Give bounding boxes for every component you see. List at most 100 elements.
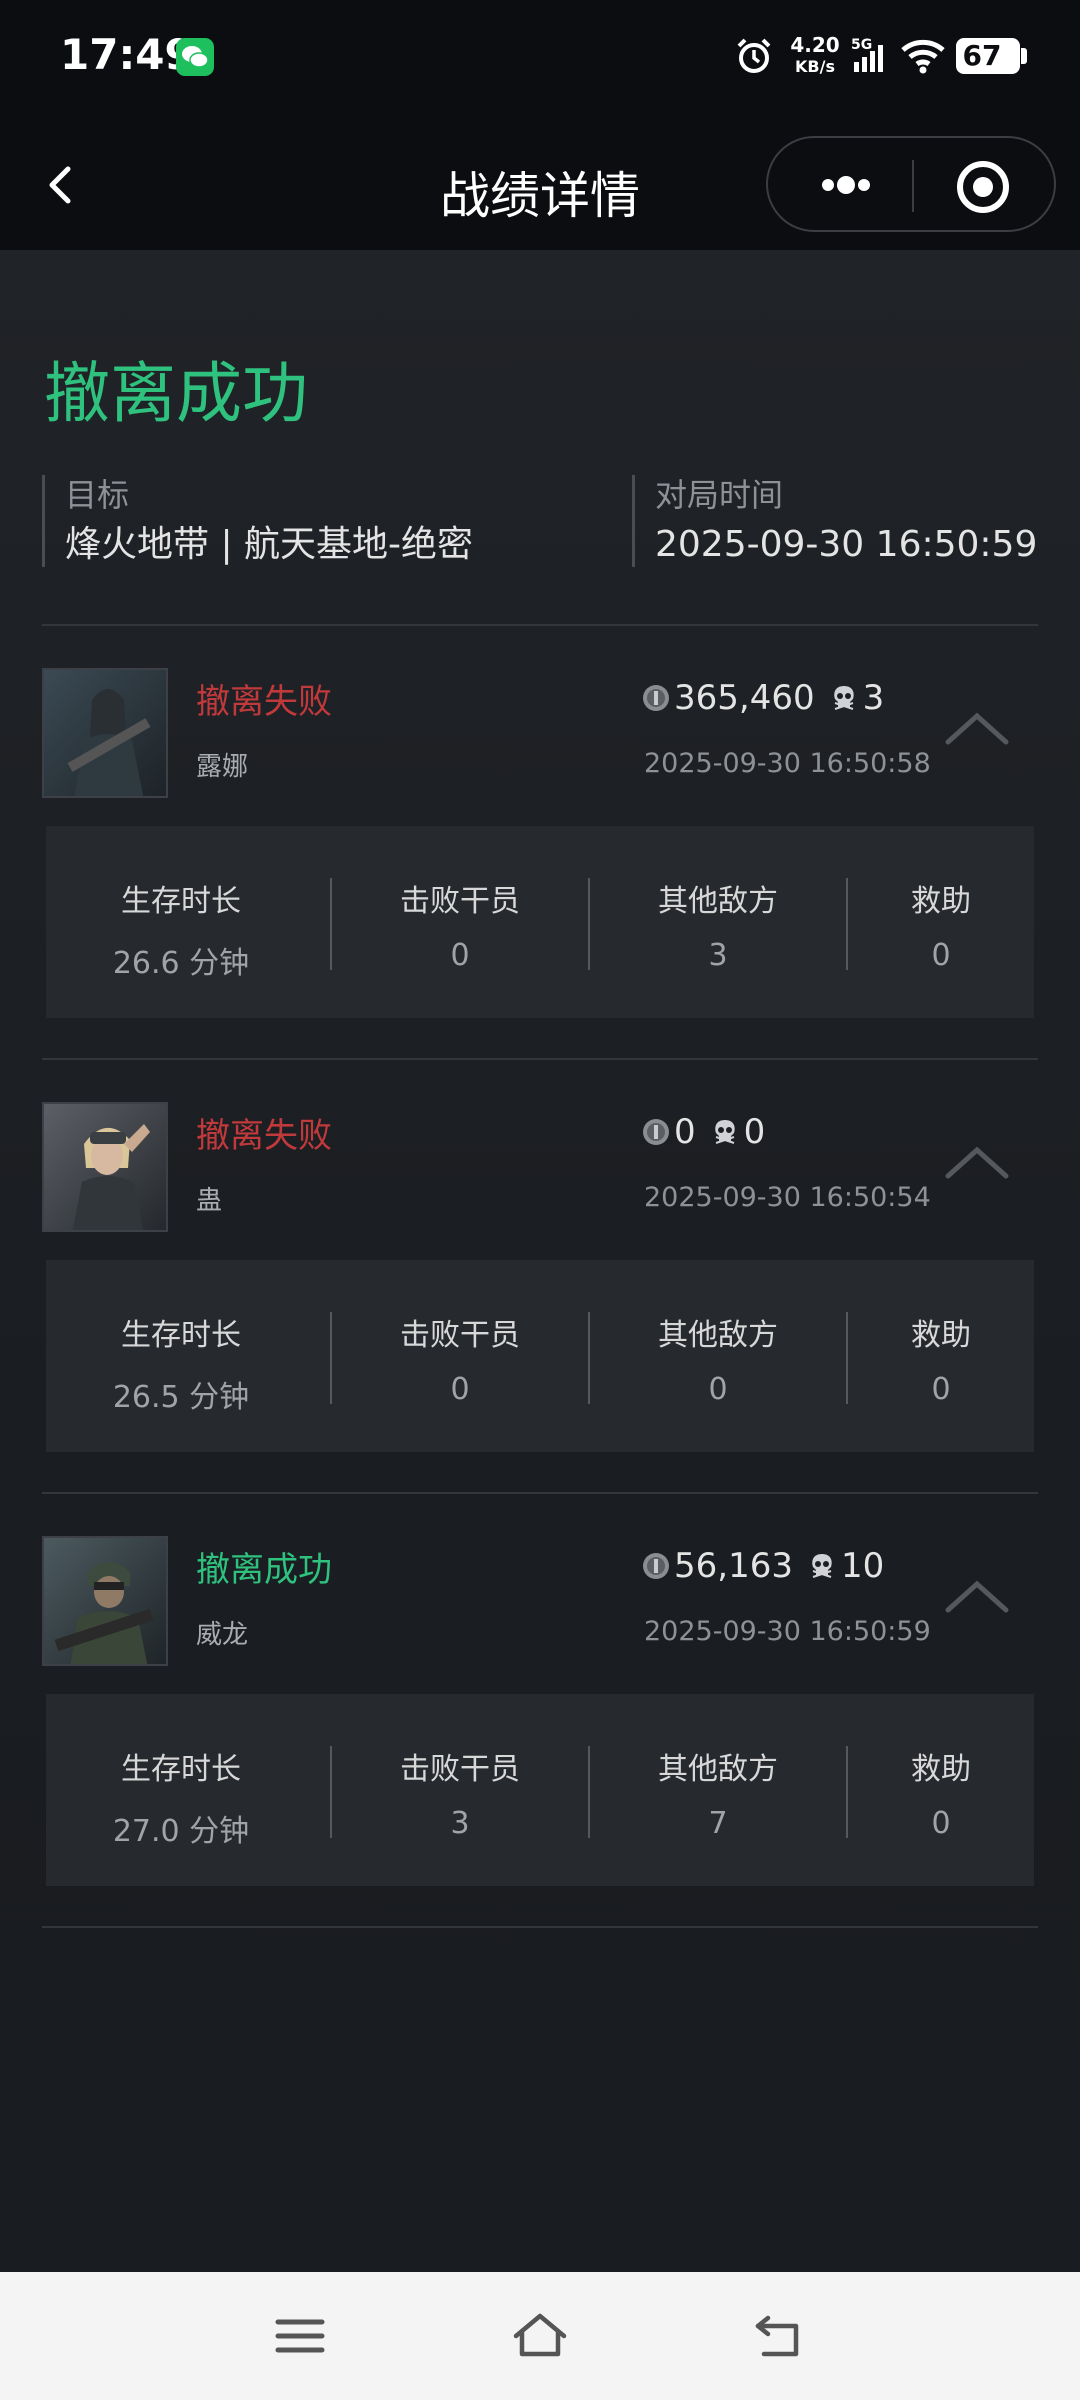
stat-label: 生存时长: [121, 1318, 241, 1353]
match-detail-content: 撤离成功 目标 烽火地带 | 航天基地-绝密 对局时间 2025-09-30 1…: [0, 250, 1080, 2272]
player-extract-status: 撤离成功: [196, 1550, 332, 1590]
player-extract-status: 撤离失败: [196, 682, 332, 722]
player-extract-status: 撤离失败: [196, 1116, 332, 1156]
alarm-icon: [734, 36, 774, 80]
stat-value: 3: [708, 938, 728, 973]
player-value-row: 0 0: [642, 1110, 765, 1154]
stat-assists: 救助 0: [848, 1694, 1034, 1886]
player-name: 威龙: [196, 1620, 249, 1650]
divider: [42, 624, 1038, 626]
stat-label: 其他敌方: [658, 1318, 778, 1353]
stat-label: 击败干员: [400, 884, 520, 919]
net-speed: 4.20 KB/s: [786, 34, 844, 78]
stat-label: 击败干员: [400, 1318, 520, 1353]
divider: [42, 1058, 1038, 1060]
system-nav-bar: [0, 2272, 1080, 2400]
stat-operators: 击败干员 0: [332, 826, 588, 1018]
stat-assists: 救助 0: [848, 1260, 1034, 1452]
chevron-up-icon: [945, 712, 1009, 745]
coin-icon: [643, 1553, 669, 1579]
stat-value: 0: [931, 1806, 951, 1841]
player-avatar: [42, 1536, 168, 1666]
stat-survival: 生存时长 27.0 分钟: [46, 1694, 316, 1886]
player-name: 蛊: [196, 1186, 223, 1216]
player-card: 撤离失败 露娜 365,460 3 2025-09-30 16:50:58 生存…: [42, 668, 1038, 1102]
player-kills: 3: [862, 678, 885, 718]
divider: [42, 1926, 1038, 1928]
target-value: 烽火地带 | 航天基地-绝密: [65, 524, 474, 565]
stat-label: 救助: [911, 884, 971, 919]
player-value-row: 56,163 10: [642, 1544, 884, 1588]
more-dots-icon: [822, 176, 870, 194]
stat-value: 27.0 分钟: [112, 1814, 250, 1849]
collapse-button[interactable]: [942, 698, 1012, 758]
player-value-row: 365,460 3: [642, 676, 884, 720]
stat-value: 26.6 分钟: [112, 946, 250, 981]
stats-panel: 生存时长 26.6 分钟 击败干员 0 其他敌方 3 救助 0: [46, 826, 1034, 1018]
coin-icon: [643, 1119, 669, 1145]
close-mini-program-button[interactable]: [948, 152, 1018, 222]
title-bar: 战绩详情: [0, 120, 1080, 250]
stat-value: 26.5 分钟: [112, 1380, 250, 1415]
stat-others: 其他敌方 7: [590, 1694, 846, 1886]
home-button[interactable]: [510, 2306, 570, 2366]
player-card: 撤离成功 威龙 56,163 10 2025-09-30 16:50:59 生存…: [42, 1536, 1038, 1970]
stat-others: 其他敌方 3: [590, 826, 846, 1018]
match-time-info: 对局时间 2025-09-30 16:50:59: [632, 475, 1037, 567]
player-time: 2025-09-30 16:50:58: [644, 748, 931, 779]
player-kills: 0: [743, 1112, 766, 1152]
stat-value: 0: [450, 938, 470, 973]
chevron-up-icon: [945, 1580, 1009, 1613]
back-nav-button[interactable]: [750, 2306, 810, 2366]
stat-label: 生存时长: [121, 884, 241, 919]
menu-button[interactable]: [270, 2306, 330, 2366]
divider: [42, 1492, 1038, 1494]
target-circle-icon: [957, 161, 1009, 213]
battery-level: 67: [962, 39, 1002, 72]
player-time: 2025-09-30 16:50:59: [644, 1616, 931, 1647]
stat-survival: 生存时长 26.6 分钟: [46, 826, 316, 1018]
wechat-icon: [176, 38, 214, 76]
stat-others: 其他敌方 0: [590, 1260, 846, 1452]
stat-label: 生存时长: [121, 1752, 241, 1787]
target-label: 目标: [65, 476, 130, 514]
network-type: 5G: [851, 37, 872, 53]
status-time: 17:49: [60, 30, 194, 79]
stat-value: 0: [931, 938, 951, 973]
skull-icon: [714, 1120, 735, 1144]
overall-status: 撤离成功: [44, 355, 308, 432]
stat-label: 救助: [911, 1318, 971, 1353]
stats-panel: 生存时长 26.5 分钟 击败干员 0 其他敌方 0 救助 0: [46, 1260, 1034, 1452]
collapse-button[interactable]: [942, 1132, 1012, 1192]
skull-icon: [812, 1554, 832, 1578]
stat-operators: 击败干员 0: [332, 1260, 588, 1452]
back-icon: [755, 2315, 799, 2357]
player-value: 56,163: [674, 1546, 793, 1586]
chevron-up-icon: [945, 1146, 1009, 1179]
player-avatar: [42, 1102, 168, 1232]
net-speed-unit: KB/s: [795, 57, 835, 76]
more-button[interactable]: [788, 148, 900, 222]
match-time-label: 对局时间: [655, 476, 784, 514]
stat-label: 其他敌方: [658, 884, 778, 919]
net-speed-value: 4.20: [790, 33, 840, 57]
match-time-value: 2025-09-30 16:50:59: [655, 524, 1038, 565]
coin-icon: [643, 685, 669, 711]
collapse-button[interactable]: [942, 1566, 1012, 1626]
player-kills: 10: [840, 1546, 885, 1586]
stat-label: 救助: [911, 1752, 971, 1787]
menu-icon: [275, 2319, 325, 2353]
player-value: 365,460: [674, 678, 815, 718]
skull-icon: [833, 686, 854, 710]
stat-label: 击败干员: [400, 1752, 520, 1787]
stat-value: 0: [708, 1372, 728, 1407]
stat-assists: 救助 0: [848, 826, 1034, 1018]
mini-program-capsule: [766, 136, 1056, 232]
player-time: 2025-09-30 16:50:54: [644, 1182, 931, 1213]
player-card: 撤离失败 蛊 0 0 2025-09-30 16:50:54 生存时长 26.5…: [42, 1102, 1038, 1536]
home-icon: [513, 2313, 567, 2357]
status-bar: 17:49 4.20 KB/s 5G 67: [0, 0, 1080, 120]
stat-label: 其他敌方: [658, 1752, 778, 1787]
stat-value: 7: [708, 1806, 728, 1841]
player-value: 0: [674, 1112, 696, 1152]
